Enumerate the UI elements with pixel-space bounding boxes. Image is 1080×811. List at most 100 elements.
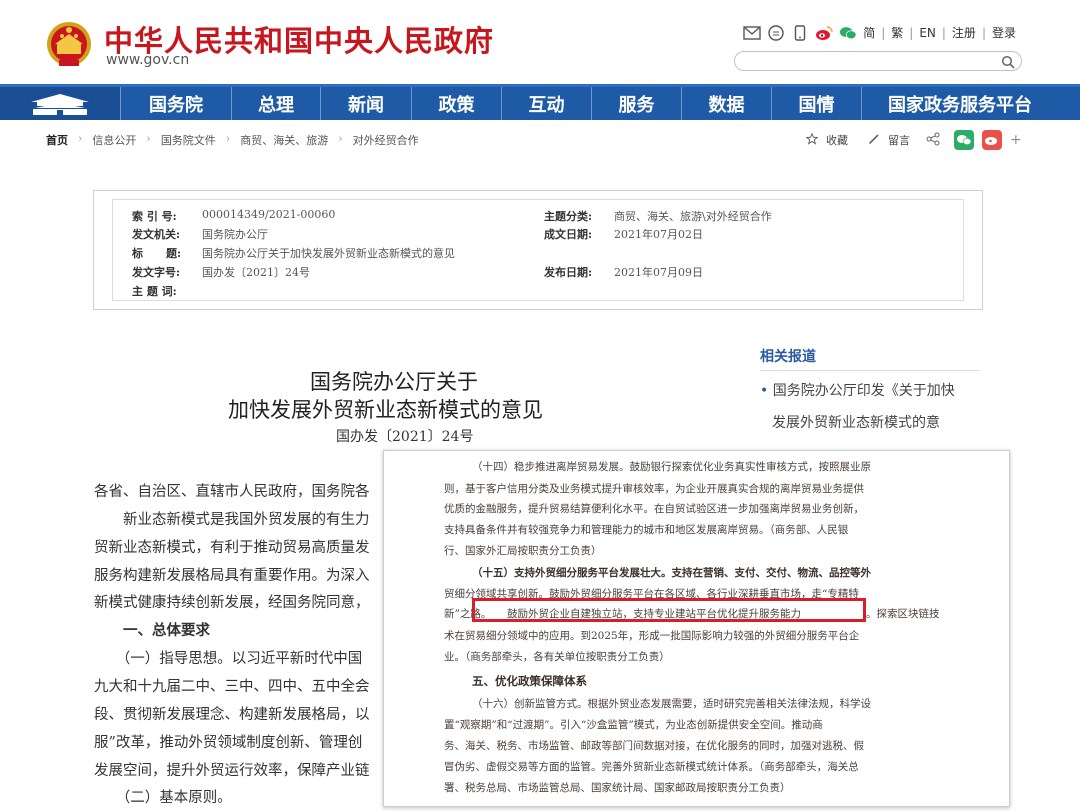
excerpt-line: （十五）支持外贸细分服务平台发展壮大。支持在营销、支付、交付、物流、品控等外 xyxy=(472,567,871,579)
excerpt-line: 行、国家外汇局按职责分工负责） xyxy=(444,545,602,557)
main-nav: 国务院 总理 新闻 政策 互动 服务 数据 国情 国家政务服务平台 xyxy=(0,84,1080,120)
article-line: 段、贯彻新发展理念、构建新发展格局，以 xyxy=(94,707,370,723)
favorite-button[interactable]: 收藏 xyxy=(826,132,848,148)
article-line: （二）基本原则。 xyxy=(94,790,232,806)
index-label: 索 引 号: xyxy=(132,210,177,223)
search-icon[interactable] xyxy=(1001,54,1015,73)
article-line: 贸新业态新模式，有利于推动贸易高质量发 xyxy=(94,540,370,556)
article-line: 新业态新模式是我国外贸发展的有生力 xyxy=(94,512,370,528)
breadcrumb-info-disclosure[interactable]: 信息公开 xyxy=(92,132,136,148)
site-header: 中华人民共和国中央人民政府 www.gov.cn 简 | 繁 | EN | 注册… xyxy=(0,0,1080,84)
article-title-line2: 加快发展外贸新业态新模式的意见 xyxy=(228,398,543,422)
separator: | xyxy=(941,25,946,40)
search-box xyxy=(734,51,1022,73)
wechat-icon[interactable] xyxy=(839,25,857,41)
article-doc-number: 国办发〔2021〕24号 xyxy=(336,429,474,445)
chevron-right-icon: › xyxy=(78,132,83,145)
excerpt-line: 术在贸易细分领域中的应用。到2025年，形成一批国际影响力较强的外贸细分服务平台… xyxy=(444,630,860,642)
article-line: 九大和十九届二中、三中、四中、五中全会 xyxy=(94,679,370,695)
nav-item-gov-service-platform[interactable]: 国家政务服务平台 xyxy=(861,87,1058,120)
article-line: 新模式健康持续创新发展，经国务院同意， xyxy=(94,595,370,611)
site-url[interactable]: www.gov.cn xyxy=(106,52,189,68)
excerpt-line: 业。（商务部牵头，各有关单位按职责分工负责） xyxy=(444,651,670,663)
issuer-value: 国务院办公厅 xyxy=(202,228,268,241)
excerpt-line: 冒伪劣、虚假交易等方面的监管。完善外贸新业态新模式统计体系。（商务部牵头，海关总 xyxy=(444,761,859,773)
lang-traditional[interactable]: 繁 xyxy=(891,24,903,41)
header-toolbar: 简 | 繁 | EN | 注册 | 登录 xyxy=(743,24,1016,41)
written-date-value: 2021年07月02日 xyxy=(614,228,703,241)
document-info-box: 索 引 号: 000014349/2021-00060 主题分类: 商贸、海关、… xyxy=(93,190,983,310)
mail-icon[interactable] xyxy=(743,25,761,41)
related-item-line2[interactable]: 发展外贸新业态新模式的意 xyxy=(772,412,940,432)
weibo-icon[interactable] xyxy=(815,25,833,41)
excerpt-line: 优质的金融服务，提升贸易结算便利化水平。在自贸试验区进一步加强离岸贸易业务创新， xyxy=(444,503,864,515)
issuer-label: 发文机关: xyxy=(132,228,181,241)
nav-item-national-info[interactable]: 国情 xyxy=(771,87,861,120)
nav-item-services[interactable]: 服务 xyxy=(591,87,681,120)
nav-home-button[interactable] xyxy=(0,87,120,120)
related-item[interactable]: • 国务院办公厅印发《关于加快 xyxy=(760,380,955,400)
separator: | xyxy=(981,25,986,40)
weibo-share-icon[interactable] xyxy=(982,130,1002,150)
excerpt-line: （十六）创新监管方式。根据外贸业态发展需要，适时研究完善相关法律法规，科学设 xyxy=(472,698,871,710)
publish-date-label: 发布日期: xyxy=(544,266,593,279)
excerpt-line: 置“观察期”和“过渡期”。引入“沙盒监管”模式，为业态创新提供安全空间。推动商 xyxy=(444,719,823,731)
excerpt-line: 则，基于客户信用分类及业务模式提升审核效率，为企业开展真实合规的离岸贸易业务提供 xyxy=(444,483,864,495)
keywords-label: 主 题 词: xyxy=(132,285,177,298)
nav-item-news[interactable]: 新闻 xyxy=(320,87,411,120)
article-line: （一）指导思想。以习近平新时代中国 xyxy=(94,651,363,667)
breadcrumb-state-council-docs[interactable]: 国务院文件 xyxy=(161,132,216,148)
written-date-label: 成文日期: xyxy=(544,228,593,241)
chevron-right-icon: › xyxy=(225,132,231,145)
related-item-line1[interactable]: 国务院办公厅印发《关于加快 xyxy=(773,383,955,399)
article-title-line1: 国务院办公厅关于 xyxy=(310,370,478,394)
excerpt-line: （十四）稳步推进离岸贸易发展。鼓励银行探索优化业务真实性审核方式，按照展业原 xyxy=(472,461,871,473)
national-emblem-icon xyxy=(47,22,91,66)
pencil-icon[interactable] xyxy=(868,133,880,148)
breadcrumb-foreign-trade[interactable]: 对外经贸合作 xyxy=(353,132,419,148)
excerpt-line: 务、海关、税务、市场监管、邮政等部门间数据对接，在优化服务的同时，加强对逃税、假 xyxy=(444,740,864,752)
article-line: 服”改革，推动外贸领域制度创新、管理创 xyxy=(94,735,363,751)
nav-item-policy[interactable]: 政策 xyxy=(411,87,501,120)
separator: | xyxy=(881,25,886,40)
star-icon[interactable] xyxy=(805,132,819,148)
subject-label: 主题分类: xyxy=(544,210,593,223)
article-line: 发展空间，提升外贸运行效率，保障产业链 xyxy=(94,763,370,779)
breadcrumb-trade-customs-tourism[interactable]: 商贸、海关、旅游 xyxy=(240,132,328,148)
chevron-right-icon: › xyxy=(146,132,151,145)
search-input[interactable] xyxy=(745,53,999,72)
title-value: 国务院办公厅关于加快发展外贸新业态新模式的意见 xyxy=(202,247,455,260)
article-line: 服务构建新发展格局具有重要作用。为深入 xyxy=(94,568,370,584)
breadcrumb-home[interactable]: 首页 xyxy=(46,132,68,148)
section-heading: 一、总体要求 xyxy=(94,622,210,639)
nav-item-interaction[interactable]: 互动 xyxy=(501,87,591,120)
subject-value: 商贸、海关、旅游\对外经贸合作 xyxy=(614,210,772,223)
nav-item-state-council[interactable]: 国务院 xyxy=(120,87,231,120)
chat-icon[interactable] xyxy=(767,24,785,41)
excerpt-line: 。探索区块链技 xyxy=(866,608,940,620)
doc-number-value: 国办发〔2021〕24号 xyxy=(202,266,310,279)
lang-english[interactable]: EN xyxy=(919,26,936,40)
wechat-share-icon[interactable] xyxy=(954,130,974,150)
lang-simplified[interactable]: 简 xyxy=(863,24,875,41)
phone-icon[interactable] xyxy=(791,24,809,41)
divider xyxy=(760,370,980,371)
tiananmen-icon xyxy=(31,93,89,115)
comment-button[interactable]: 留言 xyxy=(888,132,910,148)
plus-icon[interactable]: + xyxy=(1010,132,1022,148)
excerpt-line: 支持具备条件并有较强竞争力和管理能力的城市和地区发展离岸贸易。（商务部、人民银 xyxy=(444,524,849,536)
doc-number-label: 发文字号: xyxy=(132,266,181,279)
chevron-right-icon: › xyxy=(338,132,343,145)
separator: | xyxy=(909,25,914,40)
related-reports-heading: 相关报道 xyxy=(760,349,816,365)
share-icon[interactable] xyxy=(926,132,940,149)
nav-item-data[interactable]: 数据 xyxy=(681,87,771,120)
article-actions: 收藏 留言 + xyxy=(805,130,1022,150)
publish-date-value: 2021年07月09日 xyxy=(614,266,703,279)
login-link[interactable]: 登录 xyxy=(992,24,1016,41)
index-value: 000014349/2021-00060 xyxy=(202,208,336,221)
excerpt-line: 署、税务总局、市场监管总局、国家统计局、国家邮政局按职责分工负责） xyxy=(444,782,791,794)
register-link[interactable]: 注册 xyxy=(952,24,976,41)
breadcrumb: 首页 › 信息公开 › 国务院文件 › 商贸、海关、旅游 › 对外经贸合作 xyxy=(46,132,419,148)
nav-item-premier[interactable]: 总理 xyxy=(231,87,320,120)
